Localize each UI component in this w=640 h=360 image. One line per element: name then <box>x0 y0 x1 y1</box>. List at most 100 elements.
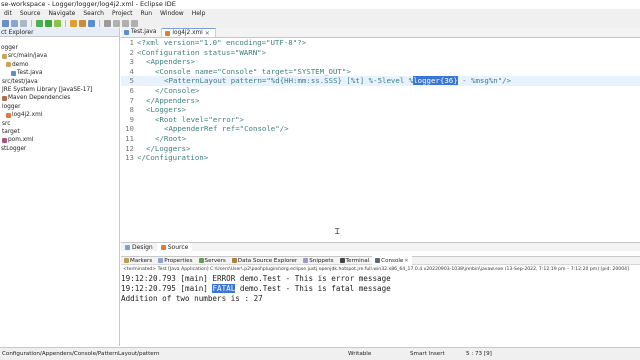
status-breadcrumb: Configuration/Appenders/Console/PatternL… <box>2 351 160 357</box>
console-line: 19:12:20.795 [main] FATAL demo.Test - Th… <box>121 284 640 294</box>
tab-label: Test.java <box>131 29 157 35</box>
xml-file-icon <box>165 30 171 36</box>
tree-item-src-main-java[interactable]: src/main/java <box>0 52 119 60</box>
code-text: </Appenders> <box>146 95 200 105</box>
code-text: </Loggers> <box>146 143 191 153</box>
tab-label: Properties <box>164 257 193 264</box>
tree-item-test-java[interactable]: Test.java <box>0 69 119 77</box>
menu-search[interactable]: Search <box>79 10 108 17</box>
next-annotation-icon[interactable] <box>113 19 120 27</box>
new-class-icon[interactable] <box>88 19 95 27</box>
line-number: 2 <box>129 47 134 57</box>
menu-run[interactable]: Run <box>137 10 157 17</box>
tree-item-label: src/main/java <box>8 53 47 60</box>
line-number: 5 <box>129 76 134 86</box>
save-all-icon[interactable] <box>20 19 27 27</box>
tree-item-label: target <box>2 128 20 135</box>
editor-tab-bar: Test.java log4j2.xml ✕ <box>121 28 640 38</box>
tree-item-label: logger <box>2 103 21 110</box>
code-text: <Loggers> <box>146 105 187 115</box>
markers-icon <box>124 258 129 263</box>
search-icon[interactable] <box>104 19 111 27</box>
explorer-toolbar <box>0 37 119 44</box>
tab-test-java[interactable]: Test.java <box>121 28 163 37</box>
menu-project[interactable]: Project <box>108 10 137 17</box>
tree-item-jre-library[interactable]: JRE System Library [JavaSE-17] <box>0 86 119 94</box>
code-line: 9 <Root level="error"> <box>121 115 640 125</box>
code-line: 12 </Loggers> <box>121 144 640 154</box>
tree-item-pom-xml[interactable]: pom.xml <box>0 136 119 144</box>
line-number: 7 <box>129 95 134 105</box>
menu-edit[interactable]: dit <box>0 10 16 17</box>
tab-markers[interactable]: Markers <box>121 256 155 265</box>
code-text: <PatternLayout pattern="%d{HH:mm:ss.SSS}… <box>164 76 512 86</box>
line-number: 9 <box>129 114 134 124</box>
tab-design[interactable]: Design <box>121 243 157 252</box>
tab-data-source-explorer[interactable]: Data Source Explorer <box>229 256 300 265</box>
selected-text: logger{36} <box>413 76 458 86</box>
selected-text: FATAL <box>212 284 236 293</box>
tab-properties[interactable]: Properties <box>155 256 195 265</box>
new-package-icon[interactable] <box>79 19 86 27</box>
tab-console[interactable]: Console ✕ <box>372 256 412 265</box>
source-icon <box>160 244 166 250</box>
tree-item-src[interactable]: src <box>0 120 119 128</box>
tab-label: Source <box>167 243 189 251</box>
save-icon[interactable] <box>11 19 18 27</box>
tree-item-label: JRE System Library [JavaSE-17] <box>2 86 93 93</box>
menu-navigate[interactable]: Navigate <box>44 10 79 17</box>
tree-item-maven-dependencies[interactable]: Maven Dependencies <box>0 94 119 102</box>
tab-label: Markers <box>130 257 153 264</box>
xml-editor[interactable]: 1 <?xml version="1.0" encoding="UTF-8"?> … <box>121 38 640 242</box>
tab-servers[interactable]: Servers <box>196 256 229 265</box>
code-text: </Console> <box>155 85 200 95</box>
library-icon <box>2 96 7 102</box>
status-insert-mode: Smart Insert <box>410 351 445 357</box>
tree-item-logger-folder[interactable]: logger <box>0 103 119 111</box>
tab-log4j2-xml[interactable]: log4j2.xml ✕ <box>162 28 216 38</box>
code-line: 10 <AppenderRef ref="Console"/> <box>121 124 640 134</box>
tree-item-src-test-java[interactable]: src/test/java <box>0 78 119 86</box>
tab-terminal[interactable]: Terminal <box>337 256 373 265</box>
back-icon[interactable] <box>122 19 129 27</box>
tab-label: Servers <box>204 257 226 264</box>
tree-item-label: Maven Dependencies <box>8 95 71 102</box>
toolbar-separator <box>65 19 66 27</box>
text-cursor-icon: Ɪ <box>335 227 340 236</box>
console-icon <box>375 258 381 263</box>
menu-source[interactable]: Source <box>16 10 45 17</box>
new-java-project-icon[interactable] <box>70 19 77 27</box>
code-line: 6 </Console> <box>121 86 640 96</box>
code-text: <Configuration status="WARN"> <box>137 47 267 57</box>
close-icon[interactable]: ✕ <box>205 29 210 38</box>
window-title: se-workspace - Logger/logger/log4j2.xml … <box>0 0 640 9</box>
terminal-icon <box>339 258 345 263</box>
design-icon <box>125 244 130 250</box>
status-cursor-position: 5 : 73 [9] <box>466 351 492 357</box>
line-number: 11 <box>125 133 134 143</box>
coverage-icon[interactable] <box>54 19 61 27</box>
forward-icon[interactable] <box>131 19 138 27</box>
menu-help[interactable]: Help <box>188 10 210 17</box>
close-icon[interactable]: ✕ <box>404 258 408 264</box>
run-icon[interactable] <box>45 19 52 27</box>
tree-item-label: Test.java <box>17 70 43 77</box>
xml-file-icon <box>6 112 11 118</box>
console-output[interactable]: 19:12:20.793 [main] ERROR demo.Test - Th… <box>121 274 640 346</box>
tree-item-project-logger[interactable]: ogger <box>0 44 119 52</box>
tree-item-project-testlogger[interactable]: stLogger <box>0 145 119 153</box>
tab-snippets[interactable]: Snippets <box>300 256 336 265</box>
debug-icon[interactable] <box>36 19 43 27</box>
tab-source[interactable]: Source <box>156 242 193 252</box>
code-text: </Root> <box>155 133 187 143</box>
tree-item-target[interactable]: target <box>0 128 119 136</box>
pom-file-icon <box>2 137 7 143</box>
tree-item-log4j2-xml[interactable]: log4j2.xml <box>0 111 119 119</box>
line-number: 10 <box>125 124 134 134</box>
tree-item-demo-package[interactable]: demo <box>0 61 119 69</box>
new-icon[interactable] <box>2 19 9 27</box>
menu-window[interactable]: Window <box>156 10 188 17</box>
project-explorer-tab[interactable]: ct Explorer <box>0 28 119 37</box>
snippets-icon <box>303 258 309 263</box>
tree-item-label: log4j2.xml <box>12 112 43 119</box>
